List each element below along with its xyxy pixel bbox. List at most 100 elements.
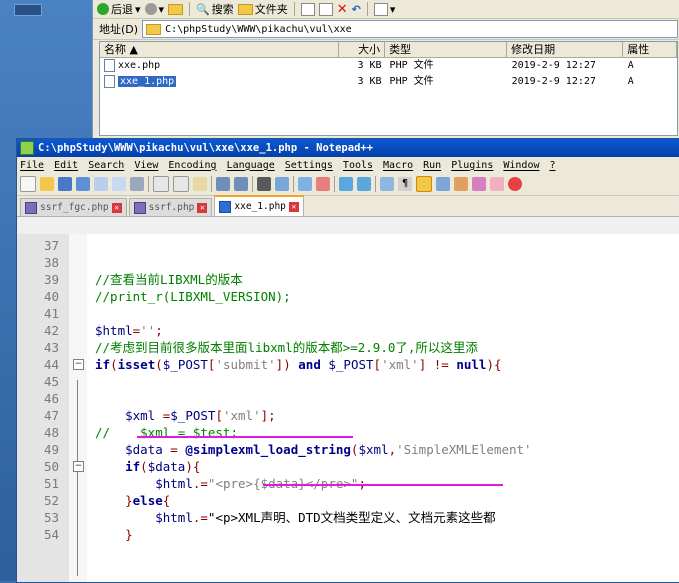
views-button[interactable]: ▾ [373, 2, 395, 16]
up-folder-button[interactable] [168, 3, 184, 15]
tab-xxe-1[interactable]: xxe_1.php ✕ [214, 195, 304, 216]
indent-guide-icon[interactable] [416, 176, 432, 192]
forward-button[interactable]: ▾ [144, 3, 164, 16]
menu-macro[interactable]: Macro [383, 160, 413, 171]
file-modified: 2019-2-9 12:27 [511, 60, 596, 71]
folders-button[interactable]: 文件夹 [237, 1, 288, 17]
code-line[interactable]: 42 $html=''; [17, 322, 679, 339]
menu-tools[interactable]: Tools [343, 160, 373, 171]
close-tab-icon[interactable]: ✕ [111, 202, 122, 213]
desktop-icon[interactable] [14, 4, 42, 16]
column-attributes[interactable]: 属性 [623, 42, 677, 57]
code-line[interactable]: 50 − if($data){ [17, 458, 679, 475]
redo-icon[interactable] [234, 177, 248, 191]
close-tab-icon[interactable]: ✕ [197, 202, 208, 213]
code-text: }else{ [125, 493, 171, 508]
annotation-underline [137, 436, 353, 438]
line-number: 51 [43, 476, 59, 491]
word-wrap-icon[interactable] [380, 177, 394, 191]
move-to-button[interactable] [300, 2, 315, 16]
code-line[interactable]: 39 //查看当前LIBXML的版本 [17, 271, 679, 288]
column-size[interactable]: 大小 [339, 42, 386, 57]
code-line[interactable]: 53 $html.="<p>XML声明、DTD文档类型定义、文档元素这些都 [17, 509, 679, 526]
record-macro-icon[interactable] [508, 177, 522, 191]
code-line[interactable]: 38 [17, 254, 679, 271]
replace-icon[interactable] [275, 177, 289, 191]
column-type[interactable]: 类型 [385, 42, 508, 57]
column-modified[interactable]: 修改日期 [507, 42, 624, 57]
menu-encoding[interactable]: Encoding [168, 160, 216, 171]
code-line[interactable]: 54 } [17, 526, 679, 543]
file-list: 名称 ▲ 大小 类型 修改日期 属性 xxe.php 3 KB PHP 文件 2… [99, 41, 678, 136]
forward-arrow-icon [144, 3, 157, 15]
open-file-icon[interactable] [40, 177, 54, 191]
code-line[interactable]: 43 //考虑到目前很多版本里面libxml的版本都>=2.9.0了,所以这里添 [17, 339, 679, 356]
menu-edit[interactable]: Edit [54, 160, 78, 171]
menu-view[interactable]: View [134, 160, 158, 171]
menu-settings[interactable]: Settings [285, 160, 333, 171]
function-list-icon[interactable] [472, 177, 486, 191]
fold-toggle-icon[interactable]: − [73, 359, 84, 370]
cut-icon[interactable] [153, 176, 169, 192]
close-all-icon[interactable] [112, 177, 126, 191]
doc-map-icon[interactable] [454, 177, 468, 191]
code-line[interactable]: 45 [17, 373, 679, 390]
menu-help[interactable]: ? [549, 160, 555, 171]
show-all-chars-icon[interactable]: ¶ [398, 177, 412, 191]
line-number: 54 [43, 527, 59, 542]
code-line[interactable]: 52 }else{ [17, 492, 679, 509]
menu-window[interactable]: Window [503, 160, 539, 171]
print-icon[interactable] [130, 177, 144, 191]
tab-ssrf-fgc[interactable]: ssrf_fgc.php ✕ [20, 198, 127, 216]
code-line[interactable]: 44 − if(isset($_POST['submit']) and $_POST… [17, 356, 679, 373]
line-number: 44 [43, 357, 59, 372]
close-icon[interactable] [94, 177, 108, 191]
address-input[interactable]: C:\phpStudy\WWW\pikachu\vul\xxe [142, 20, 678, 38]
code-line[interactable]: 37 [17, 237, 679, 254]
code-line[interactable]: 46 [17, 390, 679, 407]
file-row[interactable]: xxe_1.php 3 KB PHP 文件 2019-2-9 12:27 A [100, 74, 677, 90]
copy-to-button[interactable] [318, 2, 333, 16]
file-size: 3 KB [357, 60, 382, 71]
fold-toggle-icon[interactable]: − [73, 461, 84, 472]
back-button[interactable]: 后退 ▾ [97, 1, 141, 17]
code-line[interactable]: 47 $xml =$_POST['xml']; [17, 407, 679, 424]
paste-icon[interactable] [193, 177, 207, 191]
code-line[interactable]: 41 [17, 305, 679, 322]
file-attr: A [627, 76, 634, 87]
tab-ssrf[interactable]: ssrf.php ✕ [128, 198, 213, 216]
copy-icon[interactable] [173, 176, 189, 192]
save-icon[interactable] [58, 177, 72, 191]
sync-vertical-icon[interactable] [339, 177, 353, 191]
zoom-in-icon[interactable] [298, 177, 312, 191]
delete-button[interactable]: ✕ [337, 2, 348, 17]
code-text: if($data){ [125, 459, 201, 474]
window-title-bar[interactable]: C:\phpStudy\WWW\pikachu\vul\xxe\xxe_1.ph… [17, 139, 679, 157]
menu-search[interactable]: Search [88, 160, 124, 171]
language-icon[interactable] [436, 177, 450, 191]
code-line[interactable]: 48 // $xml = $test; [17, 424, 679, 441]
menu-run[interactable]: Run [423, 160, 441, 171]
file-row[interactable]: xxe.php 3 KB PHP 文件 2019-2-9 12:27 A [100, 58, 677, 74]
php-file-icon [104, 74, 115, 88]
close-tab-icon[interactable]: ✕ [288, 201, 299, 212]
menu-plugins[interactable]: Plugins [451, 160, 493, 171]
code-editor[interactable]: 37 38 39 //查看当前LIBXML的版本 40 //print_r(LIBXML_… [17, 234, 679, 582]
new-file-icon[interactable] [20, 176, 36, 192]
menu-language[interactable]: Language [227, 160, 275, 171]
line-number: 41 [43, 306, 59, 321]
code-line[interactable]: 49 $data = @simplexml_load_string($xml,'… [17, 441, 679, 458]
line-number: 45 [43, 374, 59, 389]
menu-file[interactable]: File [20, 160, 44, 171]
sync-horizontal-icon[interactable] [357, 177, 371, 191]
zoom-out-icon[interactable] [316, 177, 330, 191]
column-name[interactable]: 名称 ▲ [100, 42, 340, 57]
undo-icon[interactable] [216, 177, 230, 191]
undo-button[interactable]: ↶ [352, 3, 361, 16]
search-button[interactable]: 🔍 搜索 [196, 1, 234, 17]
code-line[interactable]: 40 //print_r(LIBXML_VERSION); [17, 288, 679, 305]
find-icon[interactable] [257, 177, 271, 191]
folder-workspace-icon[interactable] [490, 177, 504, 191]
save-all-icon[interactable] [76, 177, 90, 191]
file-type: PHP 文件 [389, 76, 434, 87]
